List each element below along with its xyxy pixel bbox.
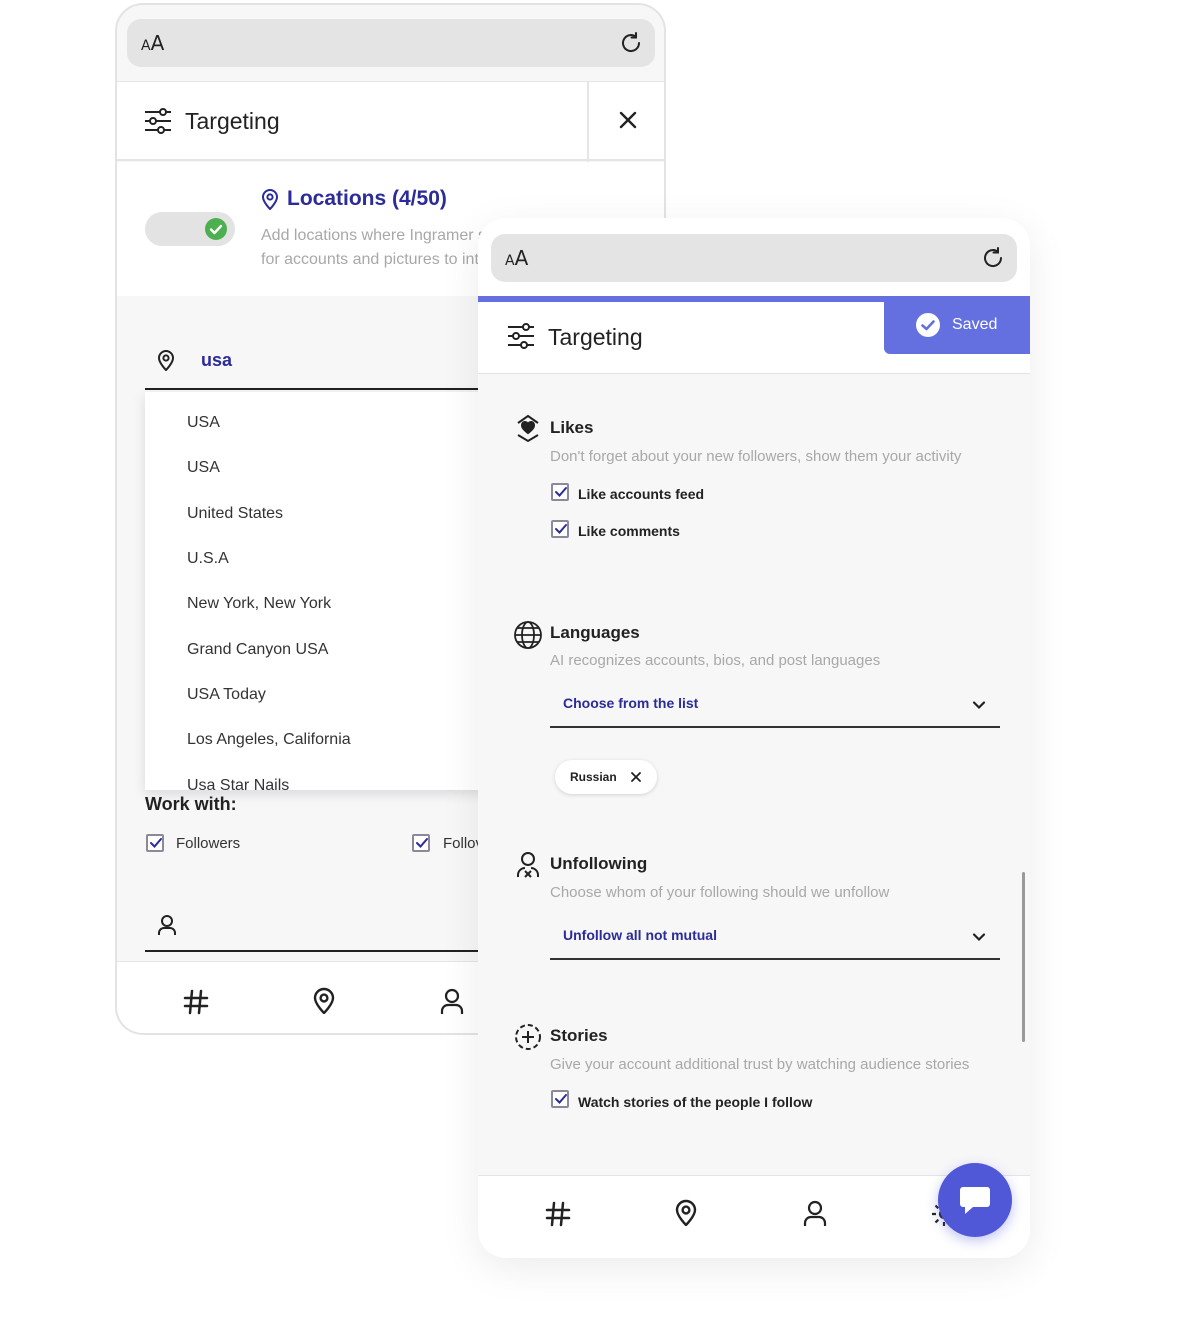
hashtag-icon[interactable] bbox=[544, 1200, 572, 1228]
checkbox-label: Like accounts feed bbox=[578, 486, 705, 502]
stories-title: Stories bbox=[550, 1026, 608, 1045]
locations-description: for accounts and pictures to int bbox=[261, 251, 479, 268]
checkbox-label: Followers bbox=[176, 835, 241, 852]
work-with-label: Work with: bbox=[145, 794, 237, 814]
chat-bubble-icon bbox=[960, 1187, 990, 1214]
page-title: Targeting bbox=[548, 324, 643, 350]
watch-stories-checkbox[interactable] bbox=[551, 1090, 569, 1108]
chip-label: Russian bbox=[570, 770, 617, 784]
user-icon bbox=[158, 915, 176, 935]
saved-button[interactable]: Saved bbox=[884, 296, 1030, 354]
unfollowing-select[interactable]: Unfollow all not mutual bbox=[550, 914, 1000, 960]
checkbox-label: Watch stories of the people I follow bbox=[578, 1094, 813, 1110]
locations-description: Add locations where Ingramer sh bbox=[261, 227, 495, 244]
dropdown-option[interactable]: Usa Star Nails bbox=[187, 777, 289, 790]
check-icon bbox=[205, 218, 227, 240]
chevron-down-icon bbox=[972, 701, 986, 710]
followers-checkbox[interactable] bbox=[146, 834, 164, 852]
location-pin-icon[interactable] bbox=[310, 986, 338, 1014]
front-phone-window: AA Targeting Saved Likes Don't forget ab… bbox=[478, 218, 1030, 1258]
text-size-icon[interactable]: AA bbox=[505, 246, 528, 270]
header-divider bbox=[587, 82, 589, 162]
languages-select[interactable]: Choose from the list bbox=[550, 682, 1000, 728]
search-value[interactable]: usa bbox=[201, 350, 232, 371]
sliders-icon bbox=[145, 108, 171, 134]
chat-button[interactable] bbox=[938, 1163, 1012, 1237]
reload-icon[interactable] bbox=[619, 31, 643, 55]
languages-title: Languages bbox=[550, 623, 640, 642]
like-comments-checkbox[interactable] bbox=[551, 520, 569, 538]
stories-description: Give your account additional trust by wa… bbox=[550, 1056, 970, 1073]
unfollowing-description: Choose whom of your following should we … bbox=[550, 884, 890, 901]
locations-toggle[interactable] bbox=[145, 212, 235, 246]
unfollow-user-icon bbox=[517, 852, 539, 878]
reload-icon[interactable] bbox=[981, 246, 1005, 270]
unfollowing-select-label: Unfollow all not mutual bbox=[563, 927, 717, 943]
check-icon bbox=[916, 313, 940, 337]
location-pin-icon bbox=[157, 350, 175, 371]
dropdown-option[interactable]: New York, New York bbox=[187, 595, 331, 613]
user-icon[interactable] bbox=[801, 1199, 829, 1227]
like-accounts-feed-checkbox[interactable] bbox=[551, 483, 569, 501]
saved-label: Saved bbox=[952, 316, 998, 333]
stories-icon bbox=[515, 1024, 541, 1050]
locations-title: Locations (4/50) bbox=[287, 187, 447, 210]
front-url-bar[interactable]: AA bbox=[491, 234, 1017, 282]
likes-title: Likes bbox=[550, 418, 594, 437]
back-url-bar[interactable]: AA bbox=[127, 19, 655, 67]
hashtag-icon[interactable] bbox=[182, 988, 210, 1016]
globe-icon bbox=[514, 621, 542, 649]
user-icon[interactable] bbox=[438, 987, 466, 1015]
likes-icon bbox=[517, 414, 539, 443]
dropdown-option[interactable]: Los Angeles, California bbox=[187, 731, 351, 749]
text-size-icon[interactable]: AA bbox=[141, 31, 164, 55]
languages-select-label: Choose from the list bbox=[563, 695, 699, 711]
dropdown-option[interactable]: USA bbox=[187, 414, 220, 432]
language-chip: Russian bbox=[555, 760, 657, 794]
browser-top: AA bbox=[478, 218, 1030, 296]
unfollowing-title: Unfollowing bbox=[550, 854, 648, 873]
dropdown-option[interactable]: USA bbox=[187, 459, 220, 477]
likes-description: Don't forget about your new followers, s… bbox=[550, 448, 962, 465]
dropdown-option[interactable]: United States bbox=[187, 505, 283, 523]
location-pin-icon bbox=[261, 189, 279, 210]
chevron-down-icon bbox=[972, 933, 986, 942]
scrollbar[interactable] bbox=[1022, 872, 1025, 1042]
languages-description: AI recognizes accounts, bios, and post l… bbox=[550, 652, 881, 669]
checkbox-label: Follov bbox=[443, 835, 484, 852]
checkbox-label: Like comments bbox=[578, 523, 680, 539]
targeting-header: Targeting bbox=[117, 81, 664, 162]
page-title: Targeting bbox=[185, 108, 280, 134]
dropdown-option[interactable]: Grand Canyon USA bbox=[187, 641, 328, 659]
dropdown-option[interactable]: U.S.A bbox=[187, 550, 229, 568]
sliders-icon bbox=[508, 323, 534, 349]
following-checkbox[interactable] bbox=[412, 834, 430, 852]
close-icon[interactable] bbox=[617, 109, 639, 131]
location-pin-icon[interactable] bbox=[672, 1198, 700, 1226]
dropdown-option[interactable]: USA Today bbox=[187, 686, 266, 704]
remove-chip-icon[interactable] bbox=[631, 772, 641, 782]
